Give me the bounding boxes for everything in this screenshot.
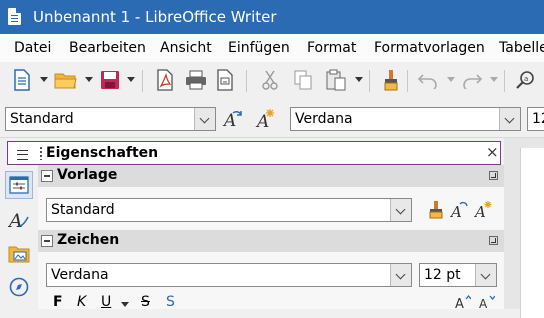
strikethrough-button[interactable]: S (141, 294, 150, 310)
increase-font-icon[interactable]: A (455, 294, 472, 313)
chevron-down-icon[interactable] (194, 108, 215, 130)
paste-dropdown-arrow[interactable] (355, 77, 363, 82)
svg-text:A: A (450, 203, 462, 220)
collapse-icon[interactable] (41, 235, 53, 247)
find-replace-icon[interactable]: a (514, 68, 538, 92)
svg-text:A: A (222, 111, 236, 130)
print-icon[interactable] (184, 68, 208, 92)
document-page[interactable] (520, 148, 544, 318)
document-icon (8, 8, 21, 25)
font-name-combo[interactable]: Verdana (290, 107, 521, 131)
style-select[interactable]: Standard (46, 198, 412, 222)
font-size-combo[interactable]: 12 (527, 107, 544, 131)
section-vorlage-title: Vorlage (57, 167, 118, 183)
menu-einfuegen[interactable]: Einfügen (228, 39, 290, 57)
font-name-value: Verdana (295, 111, 353, 127)
svg-text:a: a (524, 75, 528, 83)
undo-dropdown-arrow[interactable] (447, 77, 455, 82)
fill-format-icon[interactable] (424, 198, 448, 222)
standard-toolbar: a (0, 62, 544, 100)
title-bar: Unbenannt 1 - LibreOffice Writer (0, 0, 544, 34)
update-style-icon[interactable]: A (221, 107, 245, 131)
document-area[interactable] (504, 138, 544, 318)
close-sidebar-button[interactable]: × (486, 144, 499, 160)
section-zeichen-header[interactable]: Zeichen (38, 230, 504, 252)
more-options-icon[interactable] (489, 171, 498, 180)
undo-icon[interactable] (416, 68, 440, 92)
redo-dropdown-arrow[interactable] (490, 77, 498, 82)
window-title: Unbenannt 1 - LibreOffice Writer (33, 8, 277, 26)
copy-icon[interactable] (291, 68, 315, 92)
cut-icon[interactable] (258, 68, 282, 92)
chevron-down-icon[interactable] (390, 199, 411, 221)
hamburger-menu-icon[interactable] (17, 150, 28, 160)
bold-button[interactable]: F (53, 294, 63, 310)
section-vorlage-header[interactable]: Vorlage (38, 165, 504, 187)
sidebar-title: Eigenschaften (46, 145, 159, 161)
navigator-tab-icon[interactable] (5, 273, 33, 301)
sidebar-header: Eigenschaften (7, 141, 501, 165)
collapse-icon[interactable] (41, 170, 53, 182)
gallery-tab-icon[interactable] (5, 239, 33, 267)
update-style-icon[interactable]: A (448, 198, 472, 222)
font-size-select-value: 12 pt (424, 267, 461, 283)
font-size-select[interactable]: 12 pt (419, 263, 497, 287)
paragraph-style-combo[interactable]: Standard (5, 107, 216, 131)
drag-handle-icon[interactable] (40, 147, 42, 160)
properties-tab-icon[interactable] (5, 171, 33, 199)
menu-ansicht[interactable]: Ansicht (160, 39, 212, 57)
styles-tab-icon[interactable]: A (5, 205, 33, 233)
save-dropdown-arrow[interactable] (127, 77, 135, 82)
menu-datei[interactable]: Datei (14, 39, 51, 57)
redo-icon[interactable] (460, 68, 484, 92)
clone-formatting-icon[interactable] (379, 68, 403, 92)
svg-text:A: A (455, 297, 464, 309)
new-style-icon[interactable]: A (472, 198, 496, 222)
new-dropdown-arrow[interactable] (40, 77, 48, 82)
chevron-down-icon[interactable] (475, 264, 496, 286)
open-folder-icon[interactable] (54, 68, 78, 92)
style-select-value: Standard (51, 202, 115, 218)
menu-bearbeiten[interactable]: Bearbeiten (69, 39, 146, 57)
new-style-icon[interactable]: A (254, 107, 278, 131)
decrease-font-icon[interactable]: A (479, 294, 496, 313)
paste-icon[interactable] (324, 68, 348, 92)
svg-text:A: A (479, 297, 488, 309)
more-options-icon[interactable] (489, 236, 498, 245)
font-name-select-value: Verdana (51, 267, 109, 283)
shadow-button[interactable]: S (166, 294, 175, 310)
chevron-down-icon[interactable] (499, 108, 520, 130)
svg-text:A: A (474, 203, 486, 220)
svg-text:A: A (255, 112, 269, 130)
paragraph-style-value: Standard (10, 111, 74, 127)
underline-button[interactable]: U (101, 294, 111, 310)
italic-button[interactable]: K (77, 294, 86, 310)
font-name-select[interactable]: Verdana (46, 263, 412, 287)
underline-dropdown-arrow[interactable] (121, 302, 129, 307)
open-dropdown-arrow[interactable] (85, 77, 93, 82)
chevron-down-icon[interactable] (390, 264, 411, 286)
export-pdf-icon[interactable] (153, 68, 177, 92)
menu-bar: Datei Bearbeiten Ansicht Einfügen Format… (0, 34, 544, 62)
menu-formatvorlagen[interactable]: Formatvorlagen (374, 39, 485, 57)
section-zeichen-title: Zeichen (57, 232, 120, 248)
save-icon[interactable] (98, 68, 122, 92)
print-preview-icon[interactable] (213, 68, 237, 92)
font-size-value: 12 (532, 111, 544, 127)
new-document-icon[interactable] (10, 68, 34, 92)
menu-format[interactable]: Format (307, 39, 356, 57)
sidebar-tab-bar: A (0, 165, 38, 309)
menu-tabelle[interactable]: Tabelle (499, 39, 544, 57)
svg-text:A: A (8, 210, 23, 230)
formatting-toolbar: Standard A A Verdana 12 (0, 100, 544, 138)
